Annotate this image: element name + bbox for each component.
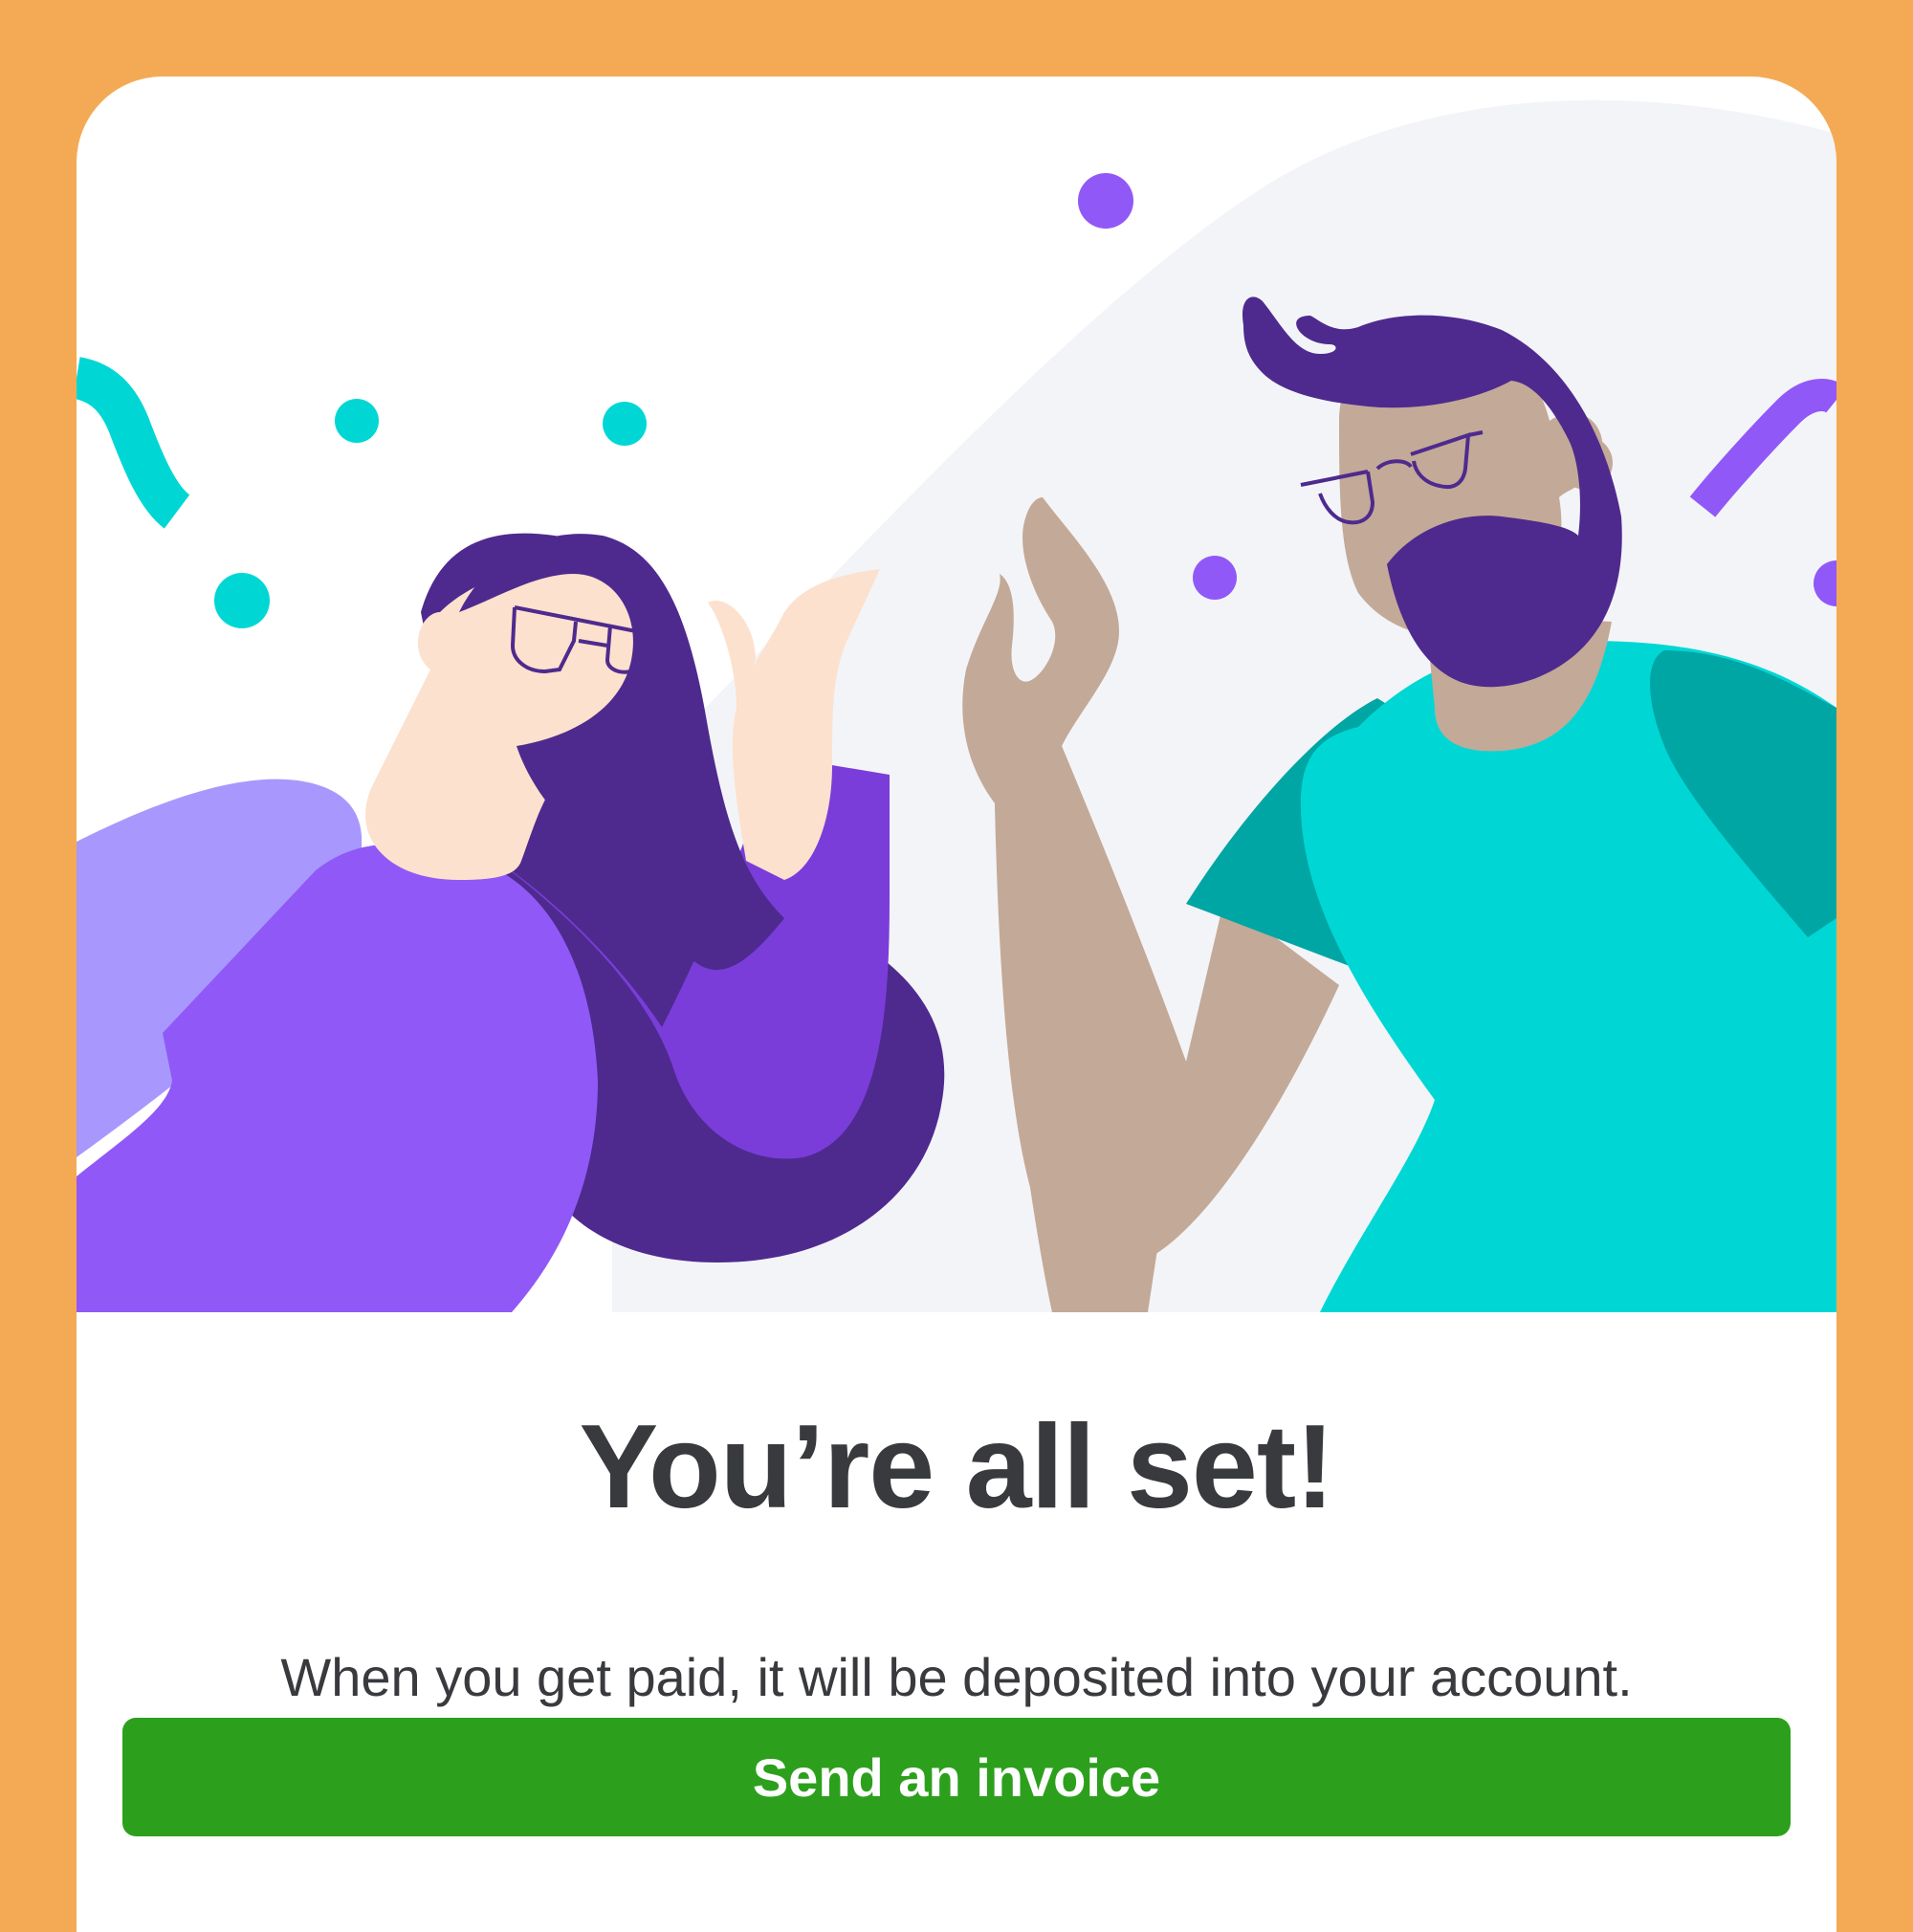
send-invoice-button-label: Send an invoice: [752, 1746, 1161, 1808]
confetti-dot: [214, 573, 270, 628]
confetti-dot: [1078, 173, 1133, 229]
confetti-dot: [603, 402, 647, 446]
celebration-illustration: [77, 99, 1836, 1312]
page-subtitle: When you get paid, it will be deposited …: [280, 1647, 1633, 1707]
confetti-dot: [1193, 556, 1237, 600]
success-card: You’re all set! When you get paid, it wi…: [77, 77, 1836, 1932]
confetti-squiggle: [77, 357, 191, 529]
confetti-dot: [335, 399, 379, 443]
send-invoice-button[interactable]: Send an invoice: [122, 1718, 1791, 1836]
hero-illustration: [77, 77, 1836, 1312]
page-title: You’re all set!: [579, 1401, 1335, 1533]
